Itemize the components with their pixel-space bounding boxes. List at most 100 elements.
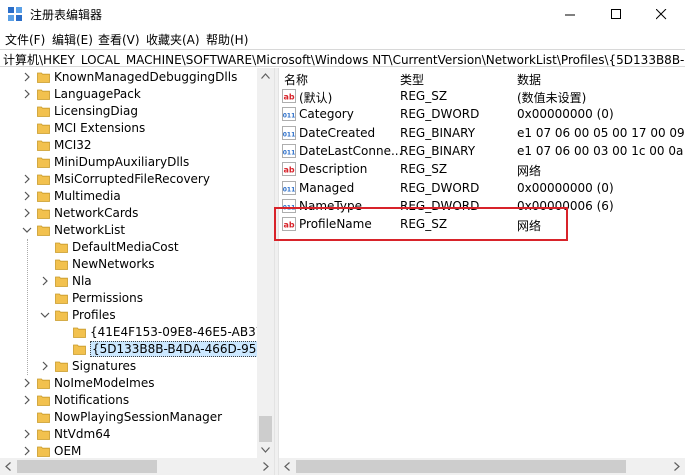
close-button[interactable] bbox=[639, 0, 685, 28]
key-tree[interactable]: KnownManagedDebuggingDlls LanguagePack Lic… bbox=[0, 68, 275, 458]
tree-item-label: Profiles bbox=[72, 308, 116, 322]
scroll-up-icon[interactable] bbox=[261, 73, 270, 79]
scroll-left-icon[interactable] bbox=[284, 462, 290, 471]
tree-item[interactable]: MCI Extensions bbox=[0, 120, 257, 137]
tree-scroll-thumb[interactable] bbox=[259, 416, 272, 442]
tree-hscroll-thumb[interactable] bbox=[17, 460, 157, 473]
tree-item[interactable]: Notifications bbox=[0, 392, 257, 409]
tree-item[interactable]: NewNetworks bbox=[0, 256, 257, 273]
value-row[interactable]: ab Description REG_SZ 网络 bbox=[279, 160, 685, 178]
tree-item-label: MCI32 bbox=[54, 138, 92, 152]
value-list[interactable]: 名称 类型 数据 ab (默认) REG_SZ (数值未设置) 011 Category R… bbox=[279, 68, 685, 458]
value-data: 0x00000000 (0) bbox=[517, 180, 614, 195]
scroll-left-icon[interactable] bbox=[5, 462, 11, 471]
chevron-right-icon[interactable] bbox=[22, 208, 32, 218]
svg-text:011: 011 bbox=[283, 149, 296, 156]
tree-item[interactable]: Signatures bbox=[0, 358, 257, 375]
tree-item-label: MiniDumpAuxiliaryDlls bbox=[54, 155, 190, 169]
tree-item[interactable]: MiniDumpAuxiliaryDlls bbox=[0, 154, 257, 171]
tree-horizontal-scrollbar[interactable] bbox=[0, 458, 274, 475]
tree-item[interactable]: MsiCorruptedFileRecovery bbox=[0, 171, 257, 188]
tree-item-label: OEM bbox=[54, 444, 82, 458]
string-value-icon: ab bbox=[282, 89, 296, 103]
tree-item[interactable]: NetworkList bbox=[0, 222, 257, 239]
menu-edit[interactable]: 编辑(E) bbox=[52, 31, 93, 48]
chevron-right-icon[interactable] bbox=[22, 174, 32, 184]
scroll-down-icon[interactable] bbox=[261, 447, 270, 453]
scroll-right-icon[interactable] bbox=[674, 462, 680, 471]
chevron-right-icon[interactable] bbox=[40, 361, 50, 371]
tree-item[interactable]: NetworkCards bbox=[0, 205, 257, 222]
scroll-right-icon[interactable] bbox=[263, 462, 269, 471]
minimize-button[interactable] bbox=[548, 0, 594, 28]
chevron-down-icon[interactable] bbox=[40, 310, 50, 320]
menu-view[interactable]: 查看(V) bbox=[98, 31, 140, 48]
maximize-icon bbox=[611, 9, 621, 19]
tree-item[interactable]: NowPlayingSessionManager bbox=[0, 409, 257, 426]
tree-item[interactable]: {41E4F153-09E8-46E5-AB37- bbox=[0, 324, 268, 341]
address-bar[interactable]: 计算机\HKEY_LOCAL_MACHINE\SOFTWARE\Microsof… bbox=[0, 49, 685, 67]
chevron-right-icon[interactable] bbox=[22, 89, 32, 99]
chevron-right-icon[interactable] bbox=[40, 276, 50, 286]
tree-item[interactable]: LanguagePack bbox=[0, 86, 257, 103]
chevron-right-icon[interactable] bbox=[22, 429, 32, 439]
tree-item[interactable]: LicensingDiag bbox=[0, 103, 257, 120]
chevron-right-icon[interactable] bbox=[22, 378, 32, 388]
tree-item-label: Nla bbox=[72, 274, 92, 288]
window-title: 注册表编辑器 bbox=[30, 8, 103, 22]
chevron-right-icon[interactable] bbox=[22, 395, 32, 405]
values-hscroll-thumb[interactable] bbox=[296, 460, 626, 473]
tree-item[interactable]: DefaultMediaCost bbox=[0, 239, 257, 256]
value-type: REG_SZ bbox=[400, 162, 448, 177]
folder-open-icon bbox=[37, 225, 50, 236]
tree-item-label: {41E4F153-09E8-46E5-AB37- bbox=[90, 325, 268, 339]
value-row[interactable]: 011 DateCreated REG_BINARY e1 07 06 00 05 0… bbox=[279, 124, 685, 142]
value-data: 0x00000000 (0) bbox=[517, 107, 614, 122]
tree-item[interactable]: NtVdm64 bbox=[0, 426, 257, 443]
chevron-right-icon[interactable] bbox=[22, 72, 32, 82]
tree-item[interactable]: Multimedia bbox=[0, 188, 257, 205]
value-row[interactable]: ab (默认) REG_SZ (数值未设置) bbox=[279, 87, 685, 105]
tree-item[interactable]: Nla bbox=[0, 273, 257, 290]
chevron-right-icon[interactable] bbox=[22, 446, 32, 456]
value-data: e1 07 06 00 05 00 17 00 09 00 bbox=[517, 125, 685, 140]
tree-item[interactable]: Permissions bbox=[0, 290, 257, 307]
tree-item-label: NetworkList bbox=[54, 223, 126, 237]
values-horizontal-scrollbar[interactable] bbox=[279, 458, 685, 475]
tree-vertical-scrollbar[interactable] bbox=[257, 68, 274, 458]
menu-favorites[interactable]: 收藏夹(A) bbox=[146, 31, 200, 48]
binary-value-icon: 011 bbox=[282, 143, 296, 158]
value-name: (默认) bbox=[299, 91, 333, 105]
tree-item[interactable]: MCI32 bbox=[0, 137, 257, 154]
menu-bar: 文件(F) 编辑(E) 查看(V) 收藏夹(A) 帮助(H) bbox=[0, 28, 685, 48]
folder-icon bbox=[37, 106, 50, 117]
tree-item-label: {5D133B8B-B4DA-466D-9542 bbox=[90, 341, 274, 357]
folder-icon bbox=[55, 361, 68, 372]
tree-item-label: MCI Extensions bbox=[54, 121, 146, 135]
column-header-data[interactable]: 数据 bbox=[517, 71, 541, 88]
folder-open-icon bbox=[55, 310, 68, 321]
tree-item-label: NtVdm64 bbox=[54, 427, 111, 441]
tree-item-label: MsiCorruptedFileRecovery bbox=[54, 172, 210, 186]
column-header-type[interactable]: 类型 bbox=[400, 71, 424, 88]
menu-help[interactable]: 帮助(H) bbox=[206, 31, 248, 48]
tree-item[interactable]: NoImeModeImes bbox=[0, 375, 257, 392]
value-row[interactable]: 011 Category REG_DWORD 0x00000000 (0) bbox=[279, 105, 685, 123]
value-name: Category bbox=[299, 107, 354, 122]
tree-item[interactable]: Profiles bbox=[0, 307, 257, 324]
tree-item[interactable]: OEM bbox=[0, 443, 257, 458]
chevron-down-icon[interactable] bbox=[22, 225, 32, 235]
address-path: 计算机\HKEY_LOCAL_MACHINE\SOFTWARE\Microsof… bbox=[3, 53, 685, 67]
chevron-right-icon[interactable] bbox=[22, 191, 32, 201]
value-row[interactable]: 011 DateLastConne... REG_BINARY e1 07 06 00… bbox=[279, 142, 685, 160]
menu-file[interactable]: 文件(F) bbox=[5, 31, 45, 48]
column-header-name[interactable]: 名称 bbox=[284, 71, 308, 88]
tree-item[interactable]: {5D133B8B-B4DA-466D-9542 bbox=[0, 341, 274, 358]
value-row[interactable]: 011 Managed REG_DWORD 0x00000000 (0) bbox=[279, 179, 685, 197]
tree-item-label: LicensingDiag bbox=[54, 104, 138, 118]
tree-item-label: KnownManagedDebuggingDlls bbox=[54, 70, 238, 84]
maximize-button[interactable] bbox=[594, 0, 640, 28]
tree-item[interactable]: KnownManagedDebuggingDlls bbox=[0, 69, 257, 86]
value-name: Description bbox=[299, 162, 368, 177]
folder-open-icon bbox=[73, 344, 86, 355]
